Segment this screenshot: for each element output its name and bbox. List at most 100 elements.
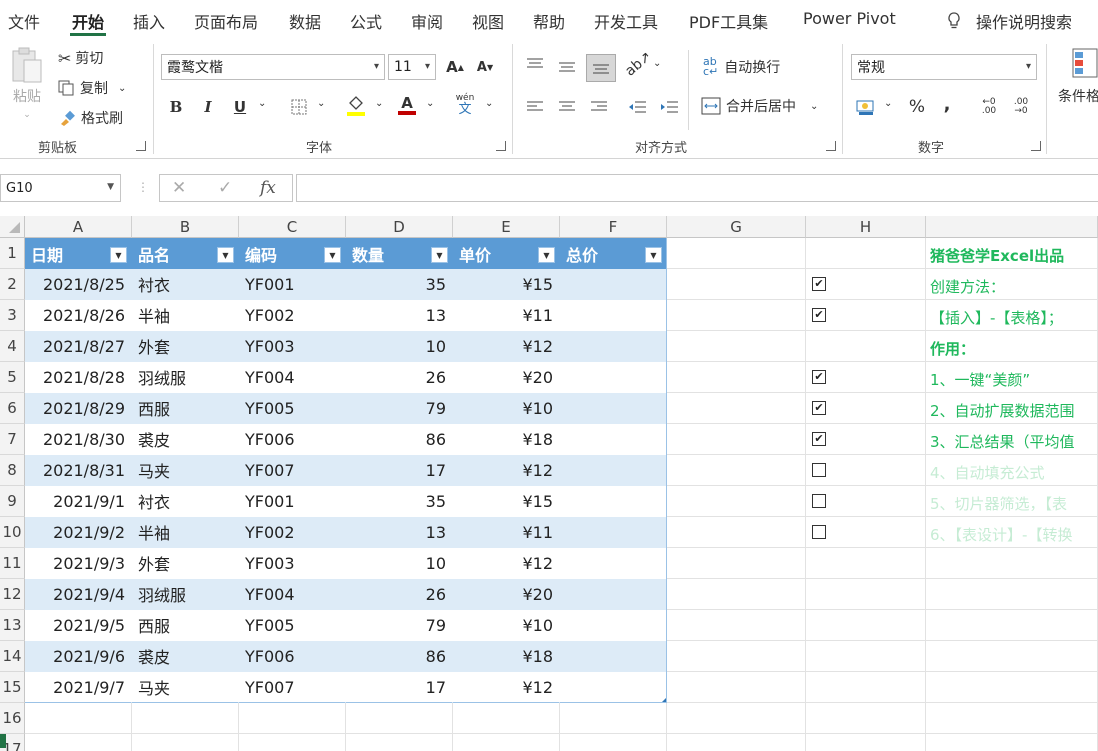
table-cell[interactable]: YF001 (239, 486, 346, 517)
grid-cell[interactable] (926, 641, 1098, 672)
table-cell[interactable] (560, 610, 667, 641)
table-cell[interactable]: 2021/9/2 (25, 517, 132, 548)
row-header-8[interactable]: 8 (0, 455, 25, 486)
grid-cell[interactable] (667, 393, 806, 424)
grid-cell[interactable] (806, 734, 926, 751)
table-cell[interactable]: ¥18 (453, 641, 560, 672)
table-cell[interactable] (560, 331, 667, 362)
increase-decimal-button[interactable]: ←0.00 (976, 95, 1002, 119)
row-header-5[interactable]: 5 (0, 362, 25, 393)
percent-style-button[interactable]: % (904, 95, 930, 119)
grid-cell[interactable] (346, 703, 453, 734)
table-cell[interactable]: 2021/9/7 (25, 672, 132, 703)
table-cell[interactable]: YF004 (239, 362, 346, 393)
grid-cell[interactable] (667, 610, 806, 641)
column-header-i[interactable] (926, 216, 1098, 238)
column-header-h[interactable]: H (806, 216, 926, 238)
table-cell[interactable]: 衬衣 (132, 486, 239, 517)
table-cell[interactable]: YF001 (239, 269, 346, 300)
align-left-button[interactable] (522, 95, 548, 119)
grid-cell[interactable] (667, 331, 806, 362)
table-cell[interactable]: 2021/9/5 (25, 610, 132, 641)
grid-cell[interactable] (667, 734, 806, 751)
bold-button[interactable]: B (163, 95, 189, 119)
merge-center-button[interactable]: 合并后居中 ⌄ (701, 96, 818, 116)
grid-cell[interactable] (453, 703, 560, 734)
table-cell[interactable] (560, 455, 667, 486)
tab-review[interactable]: 审阅 (411, 9, 443, 33)
grid-cell[interactable] (926, 703, 1098, 734)
row-header-12[interactable]: 12 (0, 579, 25, 610)
table-cell[interactable] (560, 393, 667, 424)
tab-pdf-tools[interactable]: PDF工具集 (689, 9, 768, 33)
row-header-2[interactable]: 2 (0, 269, 25, 300)
table-cell[interactable]: YF002 (239, 517, 346, 548)
table-cell[interactable]: 35 (346, 486, 453, 517)
filter-dropdown-icon[interactable]: ▼ (538, 247, 555, 263)
grid-cell[interactable] (667, 672, 806, 703)
chevron-down-icon[interactable]: ⌄ (317, 98, 325, 109)
table-cell[interactable]: 2021/8/30 (25, 424, 132, 455)
grid-cell[interactable] (132, 703, 239, 734)
table-cell[interactable]: 外套 (132, 331, 239, 362)
table-cell[interactable]: 79 (346, 610, 453, 641)
tab-page-layout[interactable]: 页面布局 (194, 9, 258, 33)
borders-button[interactable] (286, 95, 312, 119)
table-cell[interactable]: 羽绒服 (132, 362, 239, 393)
table-cell[interactable]: 2021/8/31 (25, 455, 132, 486)
row-header-3[interactable]: 3 (0, 300, 25, 331)
row-header-10[interactable]: 10 (0, 517, 25, 548)
checkbox[interactable]: ✔ (812, 370, 826, 384)
table-cell[interactable]: YF005 (239, 393, 346, 424)
cut-button[interactable]: ✂ 剪切 (58, 48, 103, 68)
grid-cell[interactable] (806, 548, 926, 579)
name-box[interactable]: G10 ▼ (0, 174, 121, 202)
align-top-button[interactable] (522, 52, 548, 76)
grid-cell[interactable] (560, 734, 667, 751)
table-cell[interactable]: YF002 (239, 300, 346, 331)
table-cell[interactable]: ¥15 (453, 269, 560, 300)
table-cell[interactable] (560, 269, 667, 300)
table-cell[interactable]: 外套 (132, 548, 239, 579)
grid-cell[interactable] (25, 734, 132, 751)
table-header-cell[interactable]: 编码 ▼ (239, 238, 346, 269)
table-cell[interactable]: YF005 (239, 610, 346, 641)
chevron-down-icon[interactable]: ⌄ (258, 98, 266, 109)
tab-home[interactable]: 开始 (72, 9, 104, 33)
table-cell[interactable]: 10 (346, 331, 453, 362)
phonetic-guide-button[interactable]: wén 文 (452, 93, 478, 117)
grid-cell[interactable] (806, 672, 926, 703)
table-cell[interactable]: 半袖 (132, 300, 239, 331)
checkbox[interactable] (812, 463, 826, 477)
table-cell[interactable]: 26 (346, 362, 453, 393)
table-cell[interactable]: 17 (346, 455, 453, 486)
table-cell[interactable] (560, 300, 667, 331)
grid-cell[interactable] (239, 734, 346, 751)
table-cell[interactable] (560, 517, 667, 548)
column-header-c[interactable]: C (239, 216, 346, 238)
table-cell[interactable] (560, 486, 667, 517)
table-cell[interactable]: ¥10 (453, 393, 560, 424)
paste-button[interactable]: 粘贴 ⌄ (10, 46, 44, 120)
grid-cell[interactable] (806, 331, 926, 362)
drag-handle-icon[interactable]: ⋮ (137, 180, 149, 194)
grid-cell[interactable] (667, 548, 806, 579)
checkbox[interactable]: ✔ (812, 401, 826, 415)
table-cell[interactable] (560, 548, 667, 579)
table-cell[interactable]: 2021/9/1 (25, 486, 132, 517)
row-header-9[interactable]: 9 (0, 486, 25, 517)
filter-dropdown-icon[interactable]: ▼ (431, 247, 448, 263)
align-middle-button[interactable] (554, 55, 580, 79)
comma-style-button[interactable]: , (934, 92, 960, 116)
table-cell[interactable] (560, 424, 667, 455)
tab-power-pivot[interactable]: Power Pivot (803, 9, 896, 28)
decrease-font-size-button[interactable]: A ▼ (472, 55, 498, 79)
table-cell[interactable]: ¥10 (453, 610, 560, 641)
table-resize-handle[interactable] (662, 698, 666, 702)
table-cell[interactable]: 79 (346, 393, 453, 424)
table-cell[interactable]: 2021/8/28 (25, 362, 132, 393)
row-header-6[interactable]: 6 (0, 393, 25, 424)
grid-cell[interactable] (346, 734, 453, 751)
grid-cell[interactable] (806, 703, 926, 734)
row-header-7[interactable]: 7 (0, 424, 25, 455)
